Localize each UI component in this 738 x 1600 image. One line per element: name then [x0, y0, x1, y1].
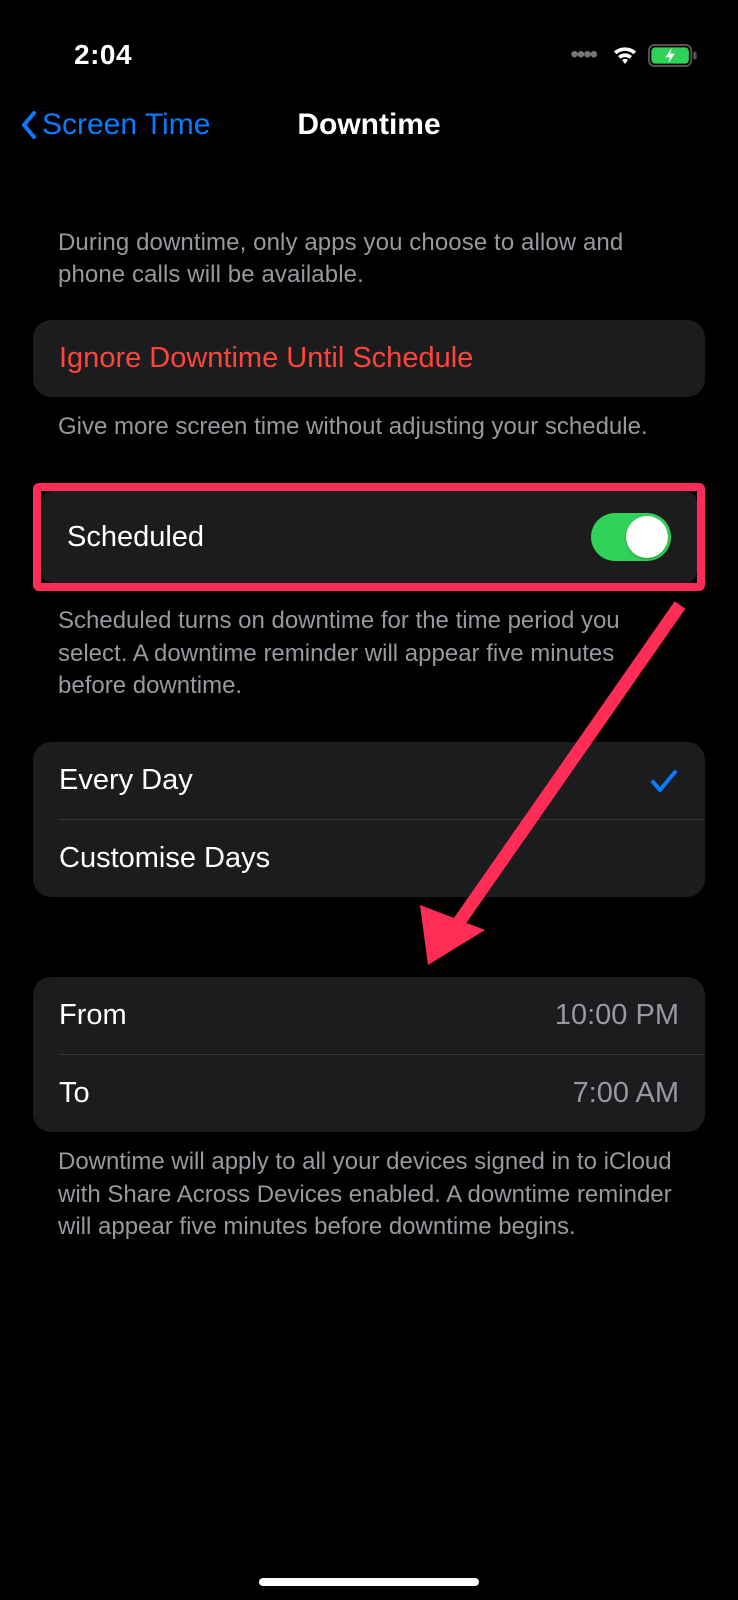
- to-row[interactable]: To 7:00 AM: [59, 1054, 705, 1132]
- toggle-knob: [626, 516, 668, 558]
- intro-description: During downtime, only apps you choose to…: [33, 172, 705, 320]
- every-day-row[interactable]: Every Day: [33, 742, 705, 819]
- annotation-highlight: Scheduled: [33, 483, 705, 591]
- from-label: From: [59, 999, 127, 1032]
- scheduled-group: Scheduled: [41, 491, 697, 583]
- scheduled-footer: Scheduled turns on downtime for the time…: [33, 591, 705, 702]
- battery-charging-icon: [648, 43, 698, 68]
- page-title: Downtime: [297, 108, 440, 142]
- status-time: 2:04: [74, 39, 132, 71]
- ignore-footer: Give more screen time without adjusting …: [33, 397, 705, 443]
- back-label: Screen Time: [42, 108, 210, 142]
- to-value: 7:00 AM: [573, 1077, 679, 1110]
- every-day-label: Every Day: [59, 764, 193, 797]
- from-value: 10:00 PM: [555, 999, 679, 1032]
- home-indicator[interactable]: [259, 1578, 479, 1586]
- from-row[interactable]: From 10:00 PM: [33, 977, 705, 1054]
- devices-footer: Downtime will apply to all your devices …: [33, 1132, 705, 1243]
- chevron-left-icon: [20, 110, 38, 140]
- scheduled-label: Scheduled: [67, 521, 204, 554]
- time-group: From 10:00 PM To 7:00 AM: [33, 977, 705, 1132]
- status-bar: 2:04 ••••: [0, 0, 738, 80]
- signal-dots-icon: ••••: [570, 41, 596, 69]
- ignore-downtime-button[interactable]: Ignore Downtime Until Schedule: [33, 320, 705, 397]
- customise-days-row[interactable]: Customise Days: [59, 819, 705, 897]
- to-label: To: [59, 1077, 90, 1110]
- customise-days-label: Customise Days: [59, 842, 270, 875]
- nav-bar: Screen Time Downtime: [0, 80, 738, 172]
- wifi-icon: [610, 44, 640, 66]
- scheduled-toggle[interactable]: [591, 513, 671, 561]
- ignore-group: Ignore Downtime Until Schedule: [33, 320, 705, 397]
- days-group: Every Day Customise Days: [33, 742, 705, 897]
- ignore-downtime-label: Ignore Downtime Until Schedule: [59, 342, 473, 375]
- checkmark-icon: [649, 766, 679, 796]
- status-right: ••••: [570, 41, 698, 69]
- back-button[interactable]: Screen Time: [20, 108, 210, 142]
- scheduled-row: Scheduled: [41, 491, 697, 583]
